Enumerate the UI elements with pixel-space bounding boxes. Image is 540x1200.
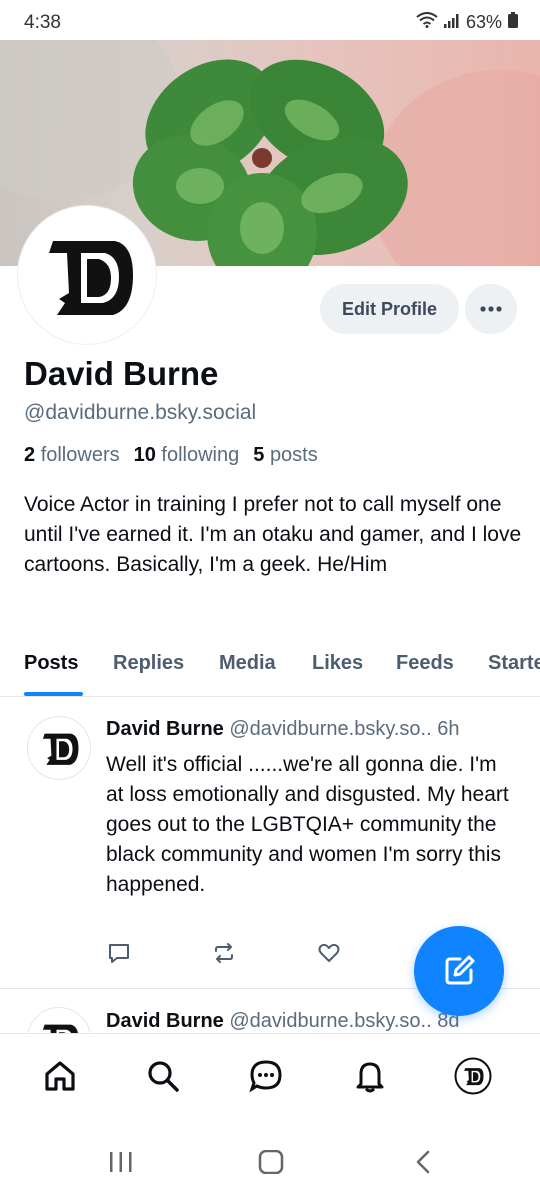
profile-bio: Voice Actor in training I prefer not to … (24, 493, 522, 576)
tab-media[interactable]: Media (219, 652, 276, 675)
followers-link[interactable]: 2 followers (24, 444, 120, 467)
posts-count: 5 (253, 444, 265, 466)
post-actions (106, 940, 366, 966)
search-icon[interactable] (143, 1056, 183, 1096)
following-count: 10 (133, 444, 156, 466)
repost-icon[interactable] (211, 940, 237, 966)
comment-icon[interactable] (106, 940, 132, 966)
post-author-avatar[interactable] (27, 716, 91, 780)
wifi-icon (416, 12, 438, 33)
battery-percent: 63% (465, 12, 502, 32)
gothic-d-logo-icon (42, 733, 79, 765)
display-name: David Burne (24, 355, 219, 392)
signal-icon (443, 12, 460, 33)
back-icon[interactable] (412, 1150, 436, 1174)
tab-replies[interactable]: Replies (113, 652, 184, 675)
tab-feeds[interactable]: Feeds (396, 652, 454, 675)
more-options-button[interactable] (465, 284, 517, 334)
edit-profile-button[interactable]: Edit Profile (320, 284, 459, 334)
bottom-navigation (0, 1033, 540, 1119)
followers-label: followers (40, 444, 120, 466)
heart-icon[interactable] (316, 940, 342, 966)
status-icons: 63% (416, 12, 518, 33)
following-link[interactable]: 10 following (134, 444, 240, 467)
posts-label: posts (269, 444, 318, 466)
home-icon[interactable] (40, 1056, 80, 1096)
gothic-d-logo-icon (42, 1024, 78, 1033)
active-tab-indicator (24, 692, 83, 696)
ellipsis-icon (480, 306, 502, 312)
profile-stats: 2 followers 10 following 5 posts (24, 444, 318, 467)
profile-tabs: Posts Replies Media Likes Feeds Starter (0, 640, 540, 697)
tab-likes[interactable]: Likes (312, 652, 363, 675)
gothic-d-logo-icon (49, 241, 133, 315)
post-author-handle[interactable]: @davidburne.bsky.so.. (229, 718, 431, 740)
posts-stat: 5 posts (253, 444, 318, 467)
tab-posts[interactable]: Posts (24, 652, 78, 675)
post-header: David Burne @davidburne.bsky.so.. 8d (106, 1010, 459, 1033)
status-time: 4:38 (24, 12, 61, 33)
post-author-handle[interactable]: @davidburne.bsky.so.. (229, 1010, 431, 1032)
post-text: Well it's official ......we're all gonna… (106, 753, 509, 896)
post-timestamp: 6h (437, 718, 460, 740)
chat-icon[interactable] (246, 1056, 286, 1096)
followers-count: 2 (24, 444, 36, 466)
bell-icon[interactable] (350, 1056, 390, 1096)
battery-icon (508, 12, 518, 33)
compose-icon (445, 955, 475, 985)
profile-handle: @davidburne.bsky.social (24, 401, 257, 424)
post-author-name[interactable]: David Burne (106, 718, 224, 740)
post-header: David Burne @davidburne.bsky.so.. 6h (106, 718, 459, 741)
profile-avatar-icon[interactable] (453, 1056, 493, 1096)
recent-apps-icon[interactable] (108, 1150, 134, 1174)
following-label: following (161, 444, 240, 466)
post-author-avatar[interactable] (27, 1007, 91, 1033)
post-author-name[interactable]: David Burne (106, 1010, 224, 1032)
compose-button[interactable] (414, 926, 504, 1016)
tab-starter-packs[interactable]: Starter (488, 652, 540, 675)
profile-avatar[interactable] (18, 206, 156, 344)
status-bar: 4:38 63% (0, 0, 540, 40)
home-button-icon[interactable] (258, 1150, 284, 1174)
system-navigation-bar (0, 1120, 540, 1200)
